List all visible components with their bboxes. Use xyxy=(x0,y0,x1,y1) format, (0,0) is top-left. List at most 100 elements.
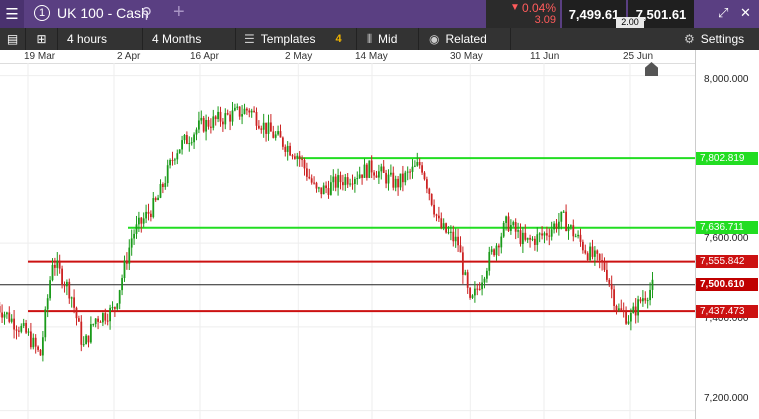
candle-down xyxy=(466,272,469,288)
candle-down xyxy=(437,215,440,219)
candle-up xyxy=(447,232,450,234)
candle-up xyxy=(502,222,505,237)
candle-down xyxy=(281,137,284,147)
instrument-title[interactable]: UK 100 - Cash xyxy=(57,5,149,21)
candle-up xyxy=(200,117,203,121)
candle-down xyxy=(147,211,150,214)
candle-down xyxy=(221,121,224,125)
candle-down xyxy=(161,184,164,188)
grid-icon[interactable]: ⊞ xyxy=(26,28,58,50)
candle-down xyxy=(106,320,109,322)
price-axis: 8,000.000 7,600.000 7,400.000 7,200.000 … xyxy=(695,50,759,419)
change-absolute: 3.09 xyxy=(534,14,556,26)
candle-up xyxy=(142,218,145,224)
candle-down xyxy=(423,172,426,180)
candle-up xyxy=(629,313,632,322)
hamburger-icon[interactable]: ☰ xyxy=(0,0,24,28)
candle-up xyxy=(178,149,181,154)
plus-icon[interactable]: + xyxy=(173,1,185,24)
candle-down xyxy=(34,337,37,347)
candle-down xyxy=(346,177,349,185)
candle-down xyxy=(401,173,404,183)
candle-up xyxy=(495,245,498,256)
candle-up xyxy=(538,233,541,235)
candle-up xyxy=(65,281,68,287)
list-icon[interactable]: ▤ xyxy=(0,28,26,50)
candle-up xyxy=(481,282,483,290)
candle-down xyxy=(433,204,435,215)
candle-up xyxy=(85,335,87,345)
candle-down xyxy=(639,299,642,302)
candle-down xyxy=(284,146,287,152)
candle-up xyxy=(550,229,553,237)
candle-up xyxy=(488,251,491,271)
candle-down xyxy=(58,260,61,269)
candle-down xyxy=(397,178,399,188)
close-icon[interactable]: ✕ xyxy=(740,5,751,21)
candle-down xyxy=(272,131,275,138)
candle-down xyxy=(0,306,1,313)
candle-down xyxy=(15,329,18,331)
price-type-selector[interactable]: ⫴ Mid xyxy=(357,28,419,50)
candle-down xyxy=(392,172,395,188)
candle-down xyxy=(461,252,464,275)
candle-down xyxy=(209,126,212,128)
settings-button[interactable]: ⚙ Settings xyxy=(676,28,759,50)
instrument-header: ☰ 1 UK 100 - Cash ⚲ + ▼ 0.04% 3.09 7,499… xyxy=(0,0,759,28)
candle-up xyxy=(413,165,416,167)
templates-button[interactable]: ☰ Templates 4 xyxy=(236,28,357,50)
date-tick: 25 Jun xyxy=(623,51,654,62)
candle-down xyxy=(341,182,344,186)
candle-down xyxy=(77,318,80,322)
candle-up xyxy=(349,183,351,185)
date-tick: 16 Apr xyxy=(190,51,219,62)
range-selector[interactable]: 4 Months xyxy=(143,28,236,50)
candle-up xyxy=(181,140,183,150)
candle-up xyxy=(442,223,445,228)
candle-down xyxy=(644,298,647,301)
candle-up xyxy=(137,217,140,225)
candle-down xyxy=(519,230,522,245)
price-change-box: ▼ 0.04% 3.09 xyxy=(486,0,560,28)
candle-down xyxy=(591,246,594,257)
candle-down xyxy=(238,106,241,117)
candle-up xyxy=(485,270,488,279)
price-chart[interactable] xyxy=(0,63,695,419)
candle-down xyxy=(104,313,107,321)
date-tick: 30 May xyxy=(450,51,483,62)
interval-selector[interactable]: 4 hours xyxy=(58,28,143,50)
candle-down xyxy=(305,168,308,177)
price-type-label: Mid xyxy=(378,32,398,46)
candle-up xyxy=(490,249,493,252)
down-arrow-icon: ▼ xyxy=(510,2,520,13)
related-button[interactable]: ◉ Related xyxy=(419,28,511,50)
candle-down xyxy=(524,232,527,240)
eye-icon: ◉ xyxy=(429,32,440,46)
candle-up xyxy=(557,221,560,229)
candle-up xyxy=(411,166,414,172)
expand-icon[interactable]: ⤢ xyxy=(718,5,728,21)
candle-up xyxy=(193,134,195,143)
candle-down xyxy=(603,262,606,270)
level-label-red: 7,437.473 xyxy=(696,304,758,318)
candle-down xyxy=(207,119,210,127)
gear-icon: ⚙ xyxy=(684,32,695,46)
candle-up xyxy=(217,111,219,120)
candle-down xyxy=(255,111,258,126)
candle-up xyxy=(133,233,135,239)
candle-down xyxy=(572,225,575,237)
candle-up xyxy=(121,278,123,291)
candle-up xyxy=(521,232,524,245)
candle-down xyxy=(620,308,623,311)
templates-label: Templates xyxy=(260,32,316,46)
date-tick: 14 May xyxy=(355,51,388,62)
candle-down xyxy=(327,188,330,195)
price-tick: 7,600.000 xyxy=(704,233,749,244)
candle-down xyxy=(75,307,78,319)
candle-down xyxy=(229,114,231,122)
candle-up xyxy=(353,178,356,185)
search-icon[interactable]: ⚲ xyxy=(141,4,152,22)
candle-down xyxy=(601,260,603,263)
candle-down xyxy=(8,312,11,322)
candle-up xyxy=(536,234,539,245)
